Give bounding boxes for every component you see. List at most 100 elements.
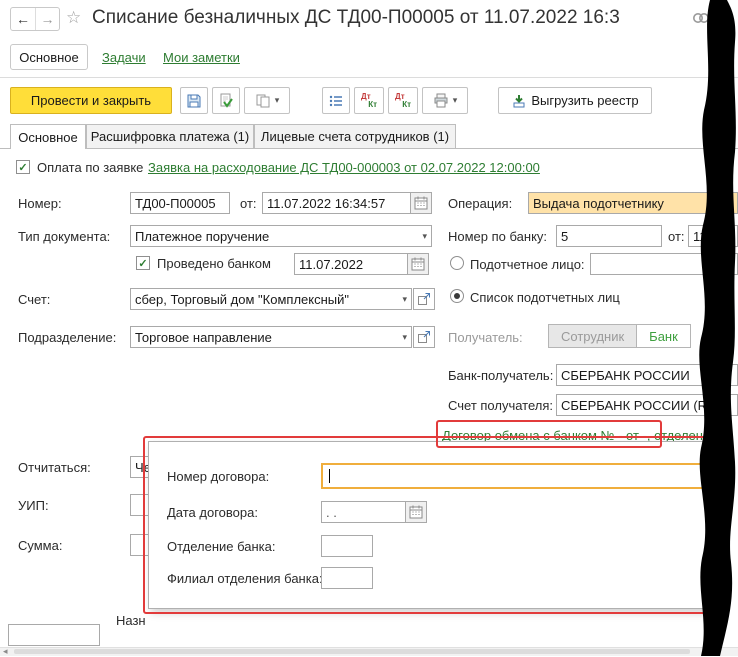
open-link-icon [417,292,431,306]
export-registry-label: Выгрузить реестр [531,93,638,108]
dtkt-icon: ДтКт [395,93,411,109]
recipient-toggle-group: Сотрудник Банк [548,324,691,348]
bank-date-field[interactable]: 11.07 [688,225,738,247]
uip-label: УИП: [18,498,49,513]
report-by-label: Отчитаться: [18,460,91,475]
bank-posted-label: Проведено банком [157,256,271,271]
list-icon [328,93,344,109]
accountable-list-radio[interactable] [450,289,464,303]
forward-button[interactable]: → [35,8,59,30]
date-field[interactable]: 11.07.2022 16:34:57 [262,192,411,214]
nav-link-tasks[interactable]: Задачи [102,50,146,65]
chevron-down-icon: ▾ [402,332,407,343]
pay-by-request-label: Оплата по заявке [37,160,143,175]
bank-number-field[interactable]: 5 [556,225,662,247]
nav-section-main[interactable]: Основное [10,44,88,70]
export-icon [511,93,527,109]
recipient-account-label: Счет получателя: [448,398,553,413]
bank-posted-checkbox[interactable]: ✓ [136,256,150,270]
bank-date-label: от: [668,229,685,244]
doc-type-combo[interactable]: Платежное поручение ▾ [130,225,432,247]
favorite-star-icon[interactable]: ☆ [66,8,81,28]
chain-link-icon [692,11,710,25]
operation-label: Операция: [448,196,512,211]
recipient-account-field[interactable]: СБЕРБАНК РОССИИ (RUB [556,394,738,416]
bank-posted-date-field[interactable]: 11.07.2022 [294,253,408,275]
pay-by-request-checkbox[interactable]: ✓ [16,160,30,174]
tab-personal-accounts[interactable]: Лицевые счета сотрудников (1) [254,124,456,149]
operation-field[interactable]: Выдача подотчетнику [528,192,738,214]
bank-number-label: Номер по банку: [448,229,547,244]
accountable-person-field[interactable] [590,253,738,275]
doc-type-label: Тип документа: [18,229,110,244]
text-caret [329,469,330,483]
purpose-label: Назн [116,613,146,628]
nav-link-notes[interactable]: Мои заметки [163,50,240,65]
account-combo[interactable]: сбер, Торговый дом "Комплексный" ▾ [130,288,412,310]
calendar-icon [411,257,425,271]
tab-payment-details[interactable]: Расшифровка платежа (1) [86,124,254,149]
tab-main[interactable]: Основное [10,124,86,149]
calendar-icon [409,505,423,519]
number-label: Номер: [18,196,62,211]
account-open-button[interactable] [413,288,435,310]
department-open-button[interactable] [413,326,435,348]
branch-office-label: Филиал отделения банка: [167,571,323,586]
save-button[interactable] [180,87,208,114]
post-document-icon [218,93,234,109]
accounting-entries-alt-button[interactable]: ДтКт [388,87,418,114]
scroll-left-arrow[interactable]: ◂ [3,646,8,657]
accountable-person-label: Подотчетное лицо: [470,257,585,272]
copy-icon [255,93,271,109]
contract-date-field[interactable]: . . [321,501,406,523]
department-combo[interactable]: Торговое направление ▾ [130,326,412,348]
recipient-bank-toggle[interactable]: Банк [637,325,690,347]
post-and-close-button[interactable]: Провести и закрыть [10,87,172,114]
bank-branch-label: Отделение банка: [167,539,276,554]
contract-number-field[interactable] [321,463,707,489]
contract-date-calendar-button[interactable] [405,501,427,523]
chevron-down-icon: ▾ [275,95,280,106]
get-link-icon[interactable] [692,11,710,30]
open-link-icon [417,330,431,344]
window-title: Списание безналичных ДС ТД00-П00005 от 1… [92,7,688,29]
recipient-employee-toggle[interactable]: Сотрудник [549,325,637,347]
contract-date-label: Дата договора: [167,505,258,520]
horizontal-scrollbar-thumb[interactable] [14,649,690,654]
back-button[interactable]: ← [11,8,35,30]
accountable-list-label: Список подотчетных лиц [470,290,620,305]
history-nav-group: ← → [10,7,60,31]
create-based-on-button[interactable]: ▾ [244,87,290,114]
accountable-person-radio[interactable] [450,256,464,270]
contract-number-label: Номер договора: [167,469,269,484]
branch-office-field[interactable] [321,567,373,589]
recipient-bank-label: Банк-получатель: [448,368,553,383]
accounting-entries-button[interactable]: ДтКт [354,87,384,114]
department-label: Подразделение: [18,330,116,345]
calendar-icon [414,196,428,210]
account-label: Счет: [18,292,50,307]
related-documents-button[interactable] [322,87,350,114]
radio-dot [454,293,460,299]
bottom-left-field[interactable] [8,624,100,646]
post-document-button[interactable] [212,87,240,114]
date-calendar-button[interactable] [410,192,432,214]
bank-contract-popup: Номер договора: Дата договора: . . Отдел… [148,441,710,609]
expense-request-link[interactable]: Заявка на расходование ДС ТД00-000003 от… [148,160,540,175]
printer-icon [433,93,449,109]
dtkt-icon: ДтКт [361,93,377,109]
bank-branch-field[interactable] [321,535,373,557]
header-divider [0,77,738,78]
chevron-down-icon: ▾ [402,294,407,305]
recipient-label: Получатель: [448,330,523,345]
export-registry-button[interactable]: Выгрузить реестр [498,87,652,114]
number-field[interactable]: ТД00-П00005 [130,192,230,214]
bank-posted-calendar-button[interactable] [407,253,429,275]
print-menu-button[interactable]: ▾ [422,87,468,114]
chevron-down-icon: ▾ [453,95,458,106]
floppy-icon [186,93,202,109]
amount-label: Сумма: [18,538,62,553]
chevron-down-icon: ▾ [422,231,427,242]
date-label: от: [240,196,257,211]
recipient-bank-field[interactable]: СБЕРБАНК РОССИИ [556,364,738,386]
